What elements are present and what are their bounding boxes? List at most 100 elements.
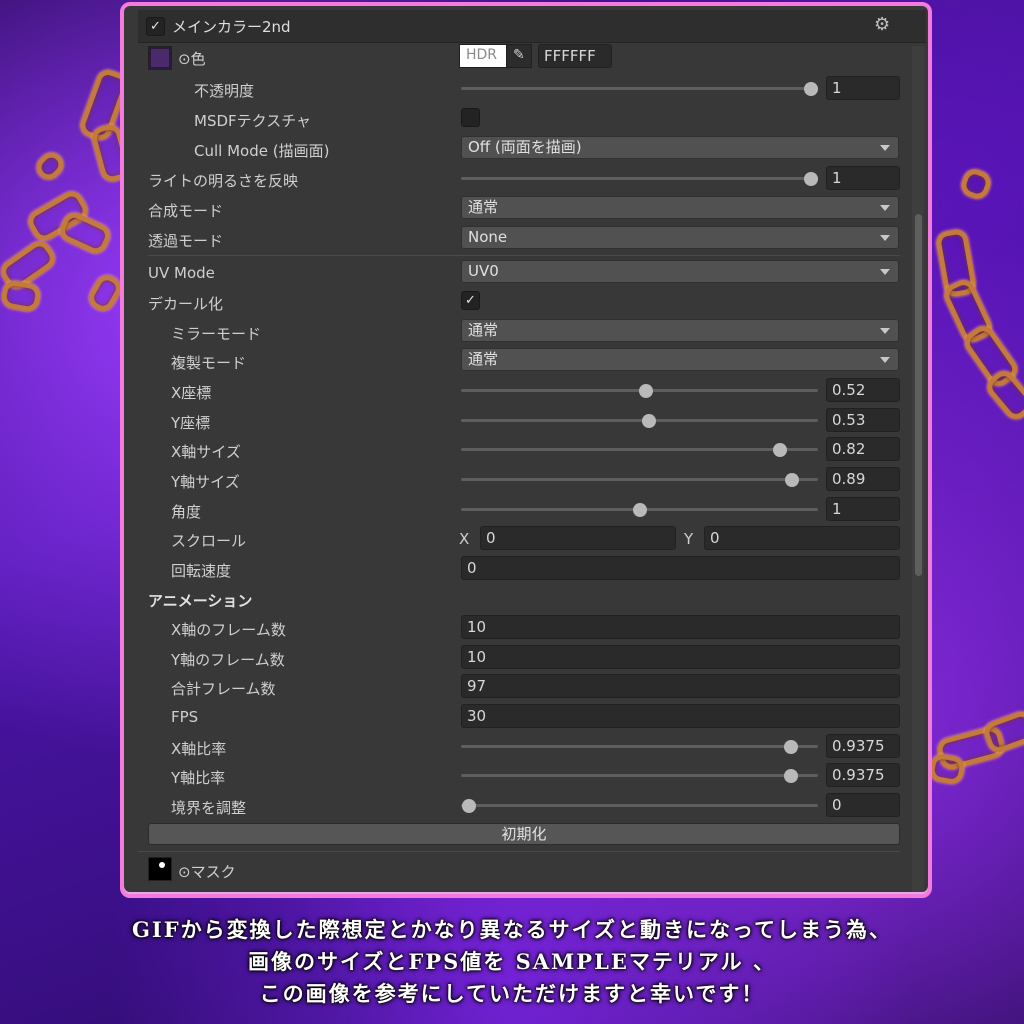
- angle-field[interactable]: 1: [826, 497, 900, 521]
- caption-line-2: 画像のサイズとFPS値を SAMPLEマテリアル 、: [248, 949, 776, 974]
- uv-mode-value: UV0: [468, 262, 499, 280]
- opacity-slider[interactable]: [461, 87, 818, 90]
- copy-mode-dropdown[interactable]: 通常: [461, 348, 899, 371]
- total-frames-field[interactable]: 97: [461, 674, 900, 698]
- cull-mode-dropdown[interactable]: Off (両面を描画): [461, 136, 899, 159]
- caption-line-1: GIFから変換した際想定とかなり異なるサイズと動きになってしまう為、: [132, 917, 892, 942]
- copy-mode-label: 複製モード: [171, 354, 247, 372]
- chevron-down-icon: [880, 205, 890, 211]
- y-ratio-field[interactable]: 0.9375: [826, 763, 900, 787]
- scroll-x-value: 0: [486, 529, 496, 547]
- y-ratio-label: Y軸比率: [171, 769, 226, 787]
- section-divider: [138, 851, 900, 852]
- x-ratio-slider[interactable]: [461, 745, 818, 748]
- x-ratio-label: X軸比率: [171, 740, 227, 758]
- color-hex-field[interactable]: FFFFFF: [538, 44, 612, 68]
- fps-label: FPS: [171, 708, 199, 726]
- section-divider: [148, 255, 900, 256]
- blend-mode-value: 通常: [468, 198, 499, 216]
- y-frames-label: Y軸のフレーム数: [171, 651, 285, 669]
- y-size-slider-handle[interactable]: [785, 473, 799, 487]
- fps-field[interactable]: 30: [461, 704, 900, 728]
- opacity-label: 不透明度: [194, 82, 255, 100]
- light-slider-handle[interactable]: [804, 172, 818, 186]
- angle-slider-handle[interactable]: [633, 503, 647, 517]
- chevron-down-icon: [880, 235, 890, 241]
- x-ratio-field[interactable]: 0.9375: [826, 734, 900, 758]
- border-slider[interactable]: [461, 804, 818, 807]
- mirror-mode-label: ミラーモード: [171, 325, 262, 343]
- y-pos-slider-handle[interactable]: [642, 414, 656, 428]
- x-ratio-slider-handle[interactable]: [784, 740, 798, 754]
- msdf-checkbox[interactable]: [461, 108, 480, 127]
- x-frames-field[interactable]: 10: [461, 615, 900, 639]
- opacity-field[interactable]: 1: [826, 76, 900, 100]
- light-slider[interactable]: [461, 177, 818, 180]
- scroll-y-value: 0: [710, 529, 720, 547]
- color-texture-swatch[interactable]: [148, 46, 172, 70]
- x-frames-label: X軸のフレーム数: [171, 621, 286, 639]
- x-ratio-value: 0.9375: [832, 737, 885, 755]
- chevron-down-icon: [880, 328, 890, 334]
- x-size-field[interactable]: 0.82: [826, 437, 900, 461]
- mirror-mode-dropdown[interactable]: 通常: [461, 319, 899, 342]
- rotation-speed-value: 0: [467, 559, 477, 577]
- scroll-x-label: X: [459, 530, 470, 548]
- y-ratio-slider-handle[interactable]: [784, 769, 798, 783]
- total-frames-value: 97: [467, 677, 487, 695]
- caption-line-3: この画像を参考にしていただけますと幸いです！: [259, 981, 765, 1006]
- y-size-value: 0.89: [832, 470, 866, 488]
- reset-button[interactable]: 初期化: [148, 823, 900, 845]
- msdf-label: MSDFテクスチャ: [194, 112, 312, 130]
- opacity-value: 1: [832, 79, 842, 97]
- mirror-mode-value: 通常: [468, 321, 499, 339]
- rotation-speed-field[interactable]: 0: [461, 556, 900, 580]
- y-pos-field[interactable]: 0.53: [826, 408, 900, 432]
- y-size-slider[interactable]: [461, 478, 818, 481]
- x-pos-slider-handle[interactable]: [639, 384, 653, 398]
- y-frames-field[interactable]: 10: [461, 645, 900, 669]
- uv-mode-label: UV Mode: [148, 264, 215, 282]
- rotation-speed-label: 回転速度: [171, 562, 232, 580]
- y-size-field[interactable]: 0.89: [826, 467, 900, 491]
- eyedropper-icon: ✎: [513, 47, 525, 63]
- scroll-label: スクロール: [171, 532, 247, 550]
- animation-section-header: アニメーション: [148, 592, 253, 610]
- y-pos-slider[interactable]: [461, 419, 818, 422]
- x-size-slider-handle[interactable]: [773, 443, 787, 457]
- decal-checkbox[interactable]: ✓: [461, 291, 480, 310]
- x-size-slider[interactable]: [461, 448, 818, 451]
- transparent-mode-label: 透過モード: [148, 232, 224, 250]
- scroll-x-field[interactable]: 0: [480, 526, 676, 550]
- x-pos-value: 0.52: [832, 381, 866, 399]
- total-frames-label: 合計フレーム数: [171, 680, 276, 698]
- chevron-down-icon: [880, 357, 890, 363]
- uv-mode-dropdown[interactable]: UV0: [461, 260, 899, 283]
- component-header[interactable]: ✓ メインカラー2nd ⚙: [138, 10, 926, 43]
- transparent-mode-dropdown[interactable]: None: [461, 226, 899, 249]
- border-field[interactable]: 0: [826, 793, 900, 817]
- scroll-y-field[interactable]: 0: [704, 526, 900, 550]
- angle-label: 角度: [171, 503, 202, 521]
- border-slider-handle[interactable]: [462, 799, 476, 813]
- component-enabled-checkbox[interactable]: ✓: [146, 17, 165, 36]
- x-size-value: 0.82: [832, 440, 866, 458]
- x-size-label: X軸サイズ: [171, 443, 241, 461]
- gear-icon[interactable]: ⚙: [874, 14, 890, 35]
- y-size-label: Y軸サイズ: [171, 473, 240, 491]
- eyedropper-button[interactable]: ✎: [506, 44, 532, 68]
- fps-value: 30: [467, 707, 487, 725]
- scrollbar-thumb[interactable]: [915, 214, 922, 576]
- y-ratio-slider[interactable]: [461, 774, 818, 777]
- cull-mode-value: Off (両面を描画): [468, 138, 582, 156]
- light-field[interactable]: 1: [826, 166, 900, 190]
- chevron-down-icon: [880, 269, 890, 275]
- y-frames-value: 10: [467, 648, 487, 666]
- mask-texture-swatch[interactable]: [148, 857, 172, 881]
- angle-value: 1: [832, 500, 842, 518]
- blend-mode-dropdown[interactable]: 通常: [461, 196, 899, 219]
- x-pos-field[interactable]: 0.52: [826, 378, 900, 402]
- opacity-slider-handle[interactable]: [804, 82, 818, 96]
- border-value: 0: [832, 796, 842, 814]
- decal-label: デカール化: [148, 295, 224, 313]
